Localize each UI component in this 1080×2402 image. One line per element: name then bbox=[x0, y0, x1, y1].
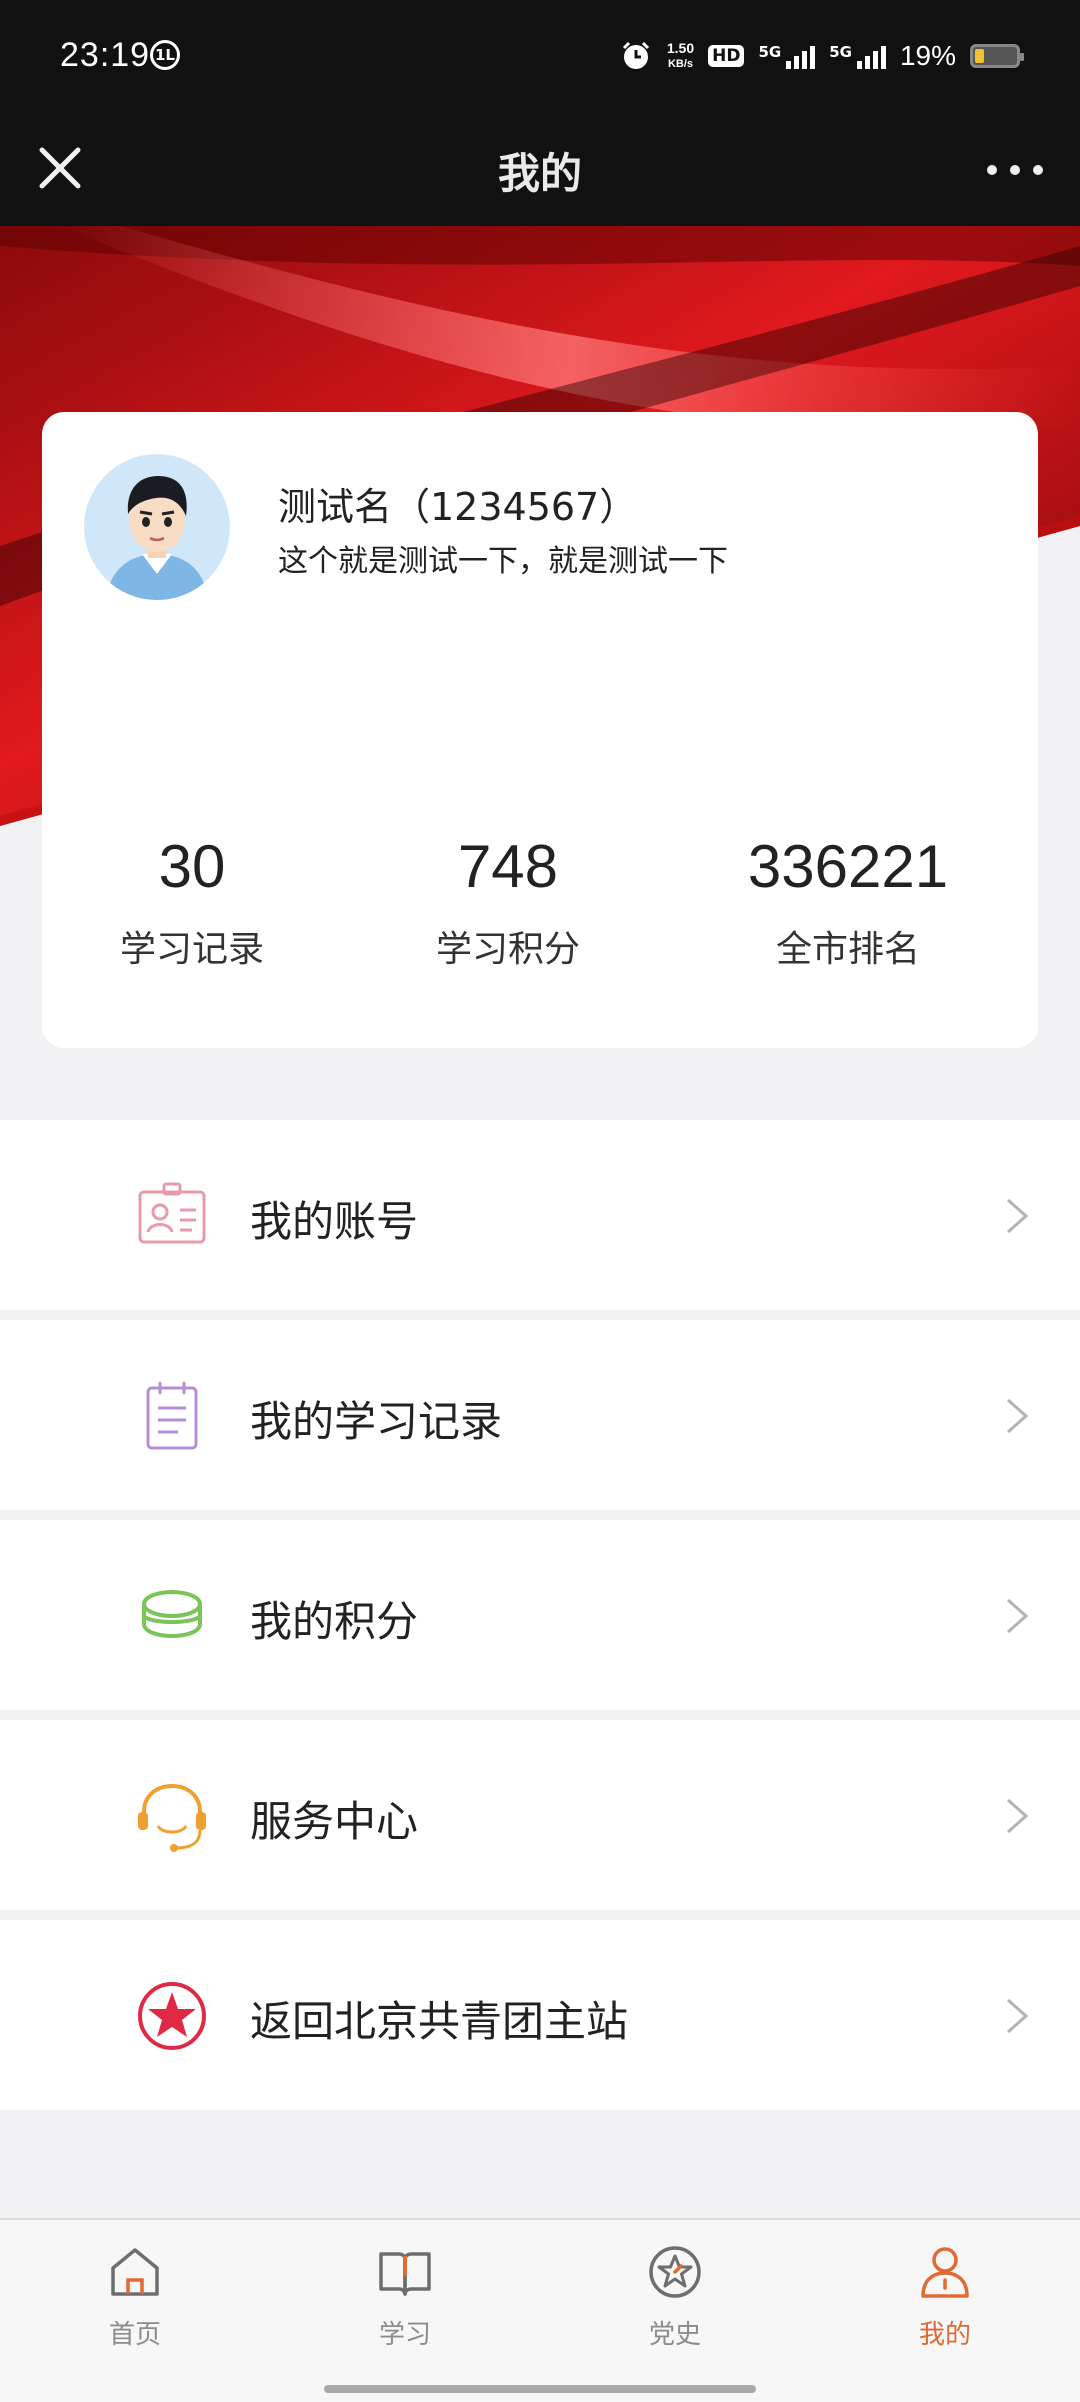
menu-item-service-center[interactable]: 服务中心 bbox=[0, 1720, 1080, 1910]
tab-mine[interactable]: 我的 bbox=[865, 2240, 1025, 2351]
person-icon bbox=[921, 2247, 969, 2298]
sim2-network-label: 5G bbox=[829, 43, 852, 61]
stat-label: 学习记录 bbox=[119, 929, 264, 970]
chevron-right-icon bbox=[1007, 1398, 1029, 1434]
stat-value: 336221 bbox=[747, 833, 949, 900]
chevron-right-icon bbox=[1007, 1998, 1029, 2034]
tab-label: 学习 bbox=[378, 2320, 431, 2350]
tab-label: 我的 bbox=[918, 2320, 971, 2350]
status-time: 23:19 bbox=[60, 36, 151, 74]
tab-label: 首页 bbox=[108, 2320, 161, 2350]
network-speed-unit: KB/s bbox=[667, 58, 694, 70]
menu-item-label: 返回北京共青团主站 bbox=[250, 1997, 629, 2046]
menu-item-label: 我的学习记录 bbox=[250, 1397, 503, 1446]
menu-item-label: 服务中心 bbox=[250, 1797, 419, 1846]
hd-badge: HD bbox=[708, 45, 745, 67]
chevron-right-icon bbox=[1007, 1598, 1029, 1634]
menu-item-my-account[interactable]: 我的账号 bbox=[0, 1120, 1080, 1310]
red-star-icon bbox=[138, 1982, 206, 2050]
headset-icon bbox=[138, 1783, 206, 1852]
stat-value: 748 bbox=[457, 833, 559, 900]
sim1-network-label: 5G bbox=[758, 43, 782, 61]
network-speed-value: 1.50 bbox=[666, 40, 695, 56]
signal-icon-sim2: 5G bbox=[829, 43, 886, 69]
page-title: 我的 bbox=[497, 149, 582, 198]
battery-icon bbox=[970, 44, 1024, 68]
status-indicators: 1.50 KB/s HD 5G 5G 19% bbox=[619, 34, 1024, 78]
user-bio: 这个就是测试一下，就是测试一下 bbox=[278, 544, 728, 579]
tab-home[interactable]: 首页 bbox=[55, 2240, 215, 2351]
stat-label: 学习积分 bbox=[435, 929, 580, 970]
stat-label: 全市排名 bbox=[775, 929, 920, 970]
tab-study[interactable]: 学习 bbox=[325, 2240, 485, 2351]
coins-icon bbox=[142, 1590, 202, 1639]
menu-item-my-study-records[interactable]: 我的学习记录 bbox=[0, 1320, 1080, 1510]
profile-card: 测试名（1234567） 这个就是测试一下，就是测试一下 30 学习记录 748… bbox=[42, 412, 1038, 1048]
stat-study-points[interactable]: 748 学习积分 bbox=[358, 832, 658, 972]
status-bar: 23:19 1L 1.50 KB/s HD 5G 5G 19% bbox=[0, 0, 1080, 110]
menu-item-return-main-site[interactable]: 返回北京共青团主站 bbox=[0, 1920, 1080, 2110]
user-name: 测试名（1234567） bbox=[278, 485, 638, 529]
network-speed: 1.50 KB/s bbox=[667, 40, 694, 72]
title-bar: 我的 bbox=[0, 110, 1080, 226]
notepad-icon bbox=[146, 1382, 198, 1450]
battery-percent: 19% bbox=[899, 40, 956, 71]
menu-item-label: 我的积分 bbox=[250, 1597, 419, 1646]
home-icon bbox=[111, 2248, 159, 2296]
home-indicator[interactable] bbox=[324, 2385, 756, 2393]
menu-item-label: 我的账号 bbox=[250, 1197, 419, 1246]
book-icon bbox=[379, 2252, 431, 2296]
star-badge-icon bbox=[649, 2246, 701, 2298]
chevron-right-icon bbox=[1007, 1798, 1029, 1834]
stat-city-rank[interactable]: 336221 全市排名 bbox=[698, 832, 998, 972]
avatar[interactable] bbox=[84, 454, 230, 600]
status-badge: 1L bbox=[150, 40, 180, 70]
id-card-icon bbox=[138, 1182, 206, 1244]
signal-icon-sim1: 5G bbox=[758, 43, 816, 69]
stat-value: 30 bbox=[158, 833, 226, 900]
chevron-right-icon bbox=[1007, 1198, 1029, 1234]
tab-party-history[interactable]: 党史 bbox=[595, 2240, 755, 2351]
more-options-icon[interactable] bbox=[980, 150, 1050, 190]
bottom-tab-bar: 首页 学习 党史 我的 bbox=[0, 2218, 1080, 2402]
menu-item-my-points[interactable]: 我的积分 bbox=[0, 1520, 1080, 1710]
stat-study-records[interactable]: 30 学习记录 bbox=[42, 832, 342, 972]
alarm-icon bbox=[622, 41, 649, 69]
tab-label: 党史 bbox=[648, 2320, 701, 2350]
